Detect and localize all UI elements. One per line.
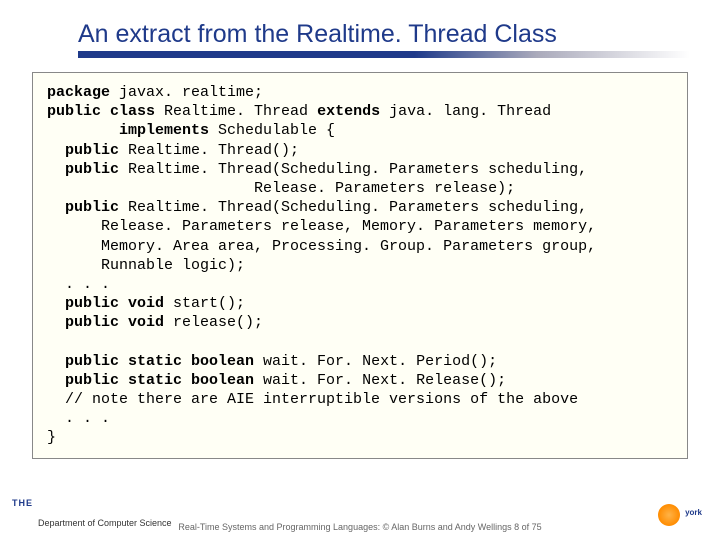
code-text: Realtime. Thread(Scheduling. Parameters … <box>119 161 587 178</box>
logo-text: york <box>685 508 702 517</box>
code-kw: public <box>47 199 119 216</box>
code-text: release(); <box>164 314 263 331</box>
code-text: Memory. Area area, Processing. Group. Pa… <box>47 238 596 255</box>
code-text: wait. For. Next. Release(); <box>254 372 506 389</box>
code-block: package javax. realtime; public class Re… <box>32 72 688 459</box>
code-text: wait. For. Next. Period(); <box>254 353 497 370</box>
code-text: Release. Parameters release, Memory. Par… <box>47 218 596 235</box>
code-text: Realtime. Thread <box>155 103 317 120</box>
code-kw: public static boolean <box>47 372 254 389</box>
york-logo: york <box>658 502 702 530</box>
sun-icon <box>658 504 680 526</box>
code-text: Schedulable { <box>209 122 335 139</box>
code-text: } <box>47 429 56 446</box>
slide-title: An extract from the Realtime. Thread Cla… <box>78 20 690 49</box>
footer-text: Real-Time Systems and Programming Langua… <box>0 522 720 532</box>
code-text: Release. Parameters release); <box>47 180 515 197</box>
code-kw: implements <box>47 122 209 139</box>
code-kw: public class <box>47 103 155 120</box>
code-text: // note there are AIE interruptible vers… <box>47 391 578 408</box>
title-block: An extract from the Realtime. Thread Cla… <box>30 20 690 58</box>
code-text: javax. realtime; <box>110 84 263 101</box>
code-text: . . . <box>47 276 110 293</box>
code-text: Realtime. Thread(Scheduling. Parameters … <box>119 199 587 216</box>
code-kw: public <box>47 142 119 159</box>
code-kw: public <box>47 161 119 178</box>
slide: An extract from the Realtime. Thread Cla… <box>0 0 720 540</box>
code-kw: public void <box>47 295 164 312</box>
title-underline <box>78 51 690 58</box>
code-text: Runnable logic); <box>47 257 245 274</box>
code-text: java. lang. Thread <box>380 103 551 120</box>
code-kw: public static boolean <box>47 353 254 370</box>
code-text: Realtime. Thread(); <box>119 142 299 159</box>
code-kw: package <box>47 84 110 101</box>
code-kw: public void <box>47 314 164 331</box>
code-text: . . . <box>47 410 110 427</box>
the-label: THE <box>12 498 33 508</box>
code-text: start(); <box>164 295 245 312</box>
code-kw: extends <box>317 103 380 120</box>
